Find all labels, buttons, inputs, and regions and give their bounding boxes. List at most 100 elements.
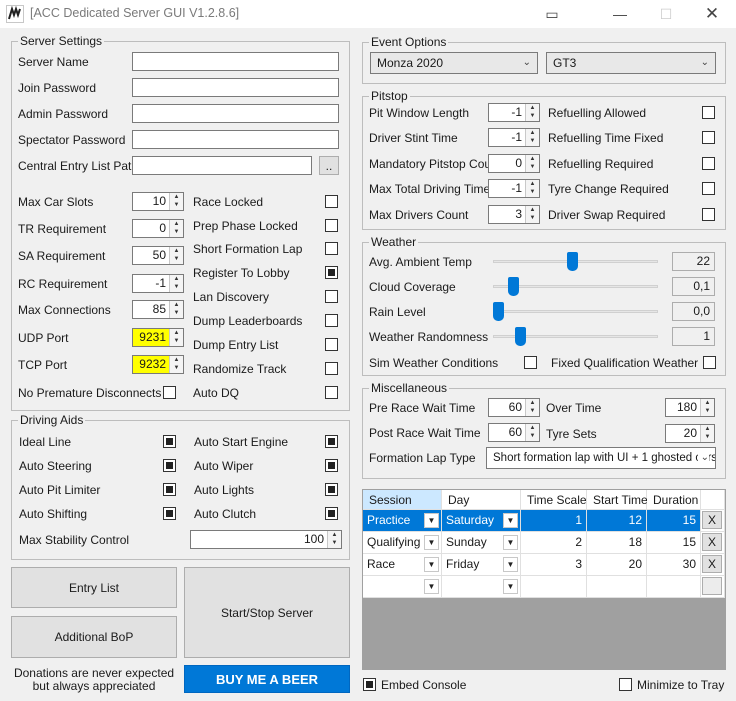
stint-time-input[interactable]: -1 ▲ ▼ — [488, 128, 540, 147]
tyre-sets-input[interactable]: 20 ▲ ▼ — [665, 424, 715, 443]
server-name-input[interactable] — [132, 52, 339, 71]
spinner-icon[interactable]: ▲ ▼ — [525, 104, 539, 121]
auto-lights-checkbox[interactable] — [325, 483, 338, 496]
table-row-scale[interactable]: 2 — [521, 532, 587, 554]
chevron-down-icon[interactable]: ▼ — [503, 557, 518, 572]
formation-lap-select[interactable]: Short formation lap with UI + 1 ghosted … — [486, 447, 716, 469]
ideal-line-checkbox[interactable] — [163, 435, 176, 448]
start-time-header[interactable]: Start Time — [587, 490, 648, 510]
mandatory-pit-input[interactable]: 0 ▲ ▼ — [488, 154, 540, 173]
maximize-button[interactable]: ☐ — [646, 2, 686, 26]
post-race-input[interactable]: 60 ▲ ▼ — [488, 423, 540, 442]
spectator-password-input[interactable] — [132, 130, 339, 149]
track-select[interactable]: Monza 2020 ⌄ — [370, 52, 538, 74]
spinner-icon[interactable]: ▲ ▼ — [169, 301, 183, 318]
table-row-session[interactable]: Practice ▼ — [363, 510, 442, 532]
driver-swap-checkbox[interactable] — [702, 208, 715, 221]
new-row-day[interactable]: ▼ — [442, 576, 521, 598]
central-entry-input[interactable] — [132, 156, 312, 175]
new-row-session[interactable]: ▼ — [363, 576, 442, 598]
entry-list-button[interactable]: Entry List — [11, 567, 177, 608]
cloud-coverage-slider[interactable] — [508, 277, 520, 296]
delete-row-button[interactable]: X — [702, 533, 722, 551]
minimize-tray-checkbox[interactable] — [619, 678, 632, 691]
short-formation-checkbox[interactable] — [325, 242, 338, 255]
no-premature-checkbox[interactable] — [163, 386, 176, 399]
browse-button[interactable]: .. — [319, 156, 339, 175]
table-row-day[interactable]: Sunday ▼ — [442, 532, 521, 554]
spinner-icon[interactable]: ▲ ▼ — [169, 220, 183, 237]
spinner-icon[interactable]: ▲ ▼ — [169, 193, 183, 210]
spinner-icon[interactable]: ▲ ▼ — [169, 329, 183, 346]
duration-header[interactable]: Duration — [647, 490, 701, 510]
chevron-down-icon[interactable]: ▼ — [503, 579, 518, 594]
spinner-icon[interactable]: ▲ ▼ — [525, 206, 539, 223]
table-row-start[interactable]: 20 — [587, 554, 647, 576]
spinner-icon[interactable]: ▲ ▼ — [169, 356, 183, 373]
table-row-scale[interactable]: 3 — [521, 554, 587, 576]
new-row-start[interactable] — [587, 576, 647, 598]
time-scale-header[interactable]: Time Scale — [521, 490, 587, 510]
table-row-start[interactable]: 12 — [587, 510, 647, 532]
max-conn-input[interactable]: 85 ▲ ▼ — [132, 300, 184, 319]
delete-row-button[interactable]: X — [702, 511, 722, 529]
sa-req-input[interactable]: 50 ▲ ▼ — [132, 246, 184, 265]
refuelling-allowed-checkbox[interactable] — [702, 106, 715, 119]
spinner-icon[interactable]: ▲ ▼ — [525, 399, 539, 416]
embed-console-checkbox[interactable] — [363, 678, 376, 691]
max-stability-input[interactable]: 100 ▲ ▼ — [190, 530, 342, 549]
max-drivers-input[interactable]: 3 ▲ ▼ — [488, 205, 540, 224]
session-header[interactable]: Session — [363, 490, 442, 510]
spinner-icon[interactable]: ▲ ▼ — [327, 531, 341, 548]
new-row-scale[interactable] — [521, 576, 587, 598]
table-row-scale[interactable]: 1 — [521, 510, 587, 532]
spinner-icon[interactable]: ▲ ▼ — [525, 155, 539, 172]
table-row-session[interactable]: Qualifying ▼ — [363, 532, 442, 554]
over-time-input[interactable]: 180 ▲ ▼ — [665, 398, 715, 417]
sim-weather-checkbox[interactable] — [524, 356, 537, 369]
table-row-session[interactable]: Race ▼ — [363, 554, 442, 576]
join-password-input[interactable] — [132, 78, 339, 97]
snap-icon[interactable]: ▭ — [532, 2, 572, 26]
table-row-start[interactable]: 18 — [587, 532, 647, 554]
ambient-temp-slider[interactable] — [566, 252, 578, 271]
rain-level-slider[interactable] — [493, 302, 504, 321]
spinner-icon[interactable]: ▲ ▼ — [525, 180, 539, 197]
tyre-change-checkbox[interactable] — [702, 182, 715, 195]
fixed-quali-checkbox[interactable] — [703, 356, 716, 369]
auto-shifting-checkbox[interactable] — [163, 507, 176, 520]
admin-password-input[interactable] — [132, 104, 339, 123]
prep-phase-checkbox[interactable] — [325, 219, 338, 232]
spinner-icon[interactable]: ▲ ▼ — [700, 399, 714, 416]
start-stop-button[interactable]: Start/Stop Server — [184, 567, 350, 658]
register-lobby-checkbox[interactable] — [325, 266, 338, 279]
chevron-down-icon[interactable]: ▼ — [424, 579, 439, 594]
rc-req-input[interactable]: -1 ▲ ▼ — [132, 274, 184, 293]
auto-start-engine-checkbox[interactable] — [325, 435, 338, 448]
race-locked-checkbox[interactable] — [325, 195, 338, 208]
additional-bop-button[interactable]: Additional BoP — [11, 616, 177, 658]
auto-steering-checkbox[interactable] — [163, 459, 176, 472]
pit-window-input[interactable]: -1 ▲ ▼ — [488, 103, 540, 122]
chevron-down-icon[interactable]: ▼ — [424, 557, 439, 572]
table-row-day[interactable]: Saturday ▼ — [442, 510, 521, 532]
auto-wiper-checkbox[interactable] — [325, 459, 338, 472]
table-row-duration[interactable]: 15 — [647, 532, 701, 554]
spinner-icon[interactable]: ▲ ▼ — [525, 424, 539, 441]
tcp-input[interactable]: 9232 ▲ ▼ — [132, 355, 184, 374]
weather-randomness-slider[interactable] — [514, 327, 526, 346]
randomize-track-checkbox[interactable] — [325, 362, 338, 375]
delete-row-button[interactable]: X — [702, 555, 722, 573]
tr-req-input[interactable]: 0 ▲ ▼ — [132, 219, 184, 238]
chevron-down-icon[interactable]: ▼ — [503, 513, 518, 528]
refuel-required-checkbox[interactable] — [702, 157, 715, 170]
spinner-icon[interactable]: ▲ ▼ — [169, 247, 183, 264]
refuel-time-fixed-checkbox[interactable] — [702, 131, 715, 144]
day-header[interactable]: Day — [442, 490, 521, 510]
dump-leaderboards-checkbox[interactable] — [325, 314, 338, 327]
minimize-button[interactable]: — — [600, 2, 640, 26]
close-button[interactable]: ✕ — [692, 2, 732, 26]
car-class-select[interactable]: GT3 ⌄ — [546, 52, 716, 74]
auto-clutch-checkbox[interactable] — [325, 507, 338, 520]
max-car-slots-input[interactable]: 10 ▲ ▼ — [132, 192, 184, 211]
